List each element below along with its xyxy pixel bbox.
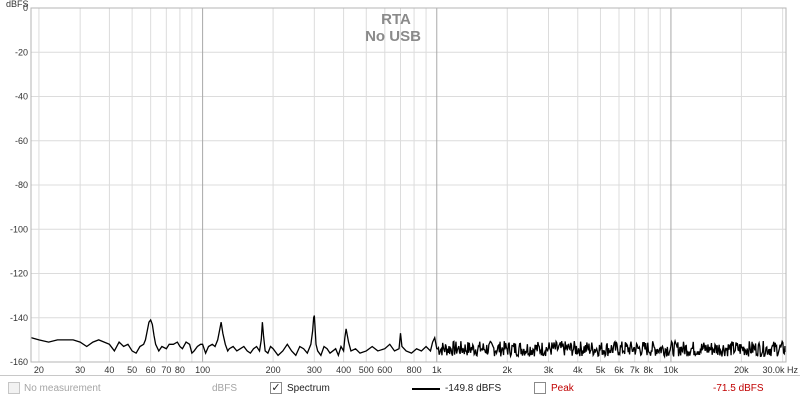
spectrum-readout: -149.8 dBFS	[445, 383, 502, 394]
x-tick-label: 100	[195, 365, 210, 374]
x-tick-label: 30	[75, 365, 85, 374]
x-tick-label: 30.0k Hz	[762, 365, 798, 374]
peak-readout: -71.5 dBFS	[713, 383, 764, 394]
no-measurement-checkbox[interactable]	[8, 382, 20, 394]
x-tick-label: 60	[146, 365, 156, 374]
x-tick-label: 7k	[630, 365, 640, 374]
x-tick-label: 500	[359, 365, 374, 374]
x-tick-label: 1k	[432, 365, 442, 374]
y-tick-label: -100	[10, 224, 28, 234]
x-tick-label: 10k	[664, 365, 679, 374]
overlay-title: RTA	[381, 11, 411, 28]
spectrum-checkbox[interactable]: ✓	[270, 382, 282, 394]
rta-plot[interactable]: 0-20-40-60-80-100-120-140-160 20 30 40 50 60…	[0, 0, 800, 374]
x-tick-label: 20	[34, 365, 44, 374]
peak-label: Peak	[551, 383, 574, 394]
x-tick-label: 2k	[503, 365, 513, 374]
x-tick-label: 20k	[734, 365, 749, 374]
no-measurement-unit: dBFS	[212, 383, 238, 394]
x-tick-label: 4k	[573, 365, 583, 374]
y-tick-label: -40	[15, 92, 28, 102]
x-tick-label: 80	[175, 365, 185, 374]
x-tick-label: 800	[407, 365, 422, 374]
overlay-subtitle: No USB	[365, 28, 421, 45]
y-tick-label: -80	[15, 180, 28, 190]
x-tick-label: 70	[161, 365, 171, 374]
x-tick-label: 40	[104, 365, 114, 374]
x-tick-label: 300	[307, 365, 322, 374]
y-tick-label: -160	[10, 357, 28, 367]
x-tick-label: 8k	[643, 365, 653, 374]
x-tick-label: 600	[377, 365, 392, 374]
x-tick-label: 5k	[596, 365, 606, 374]
x-tick-label: 50	[127, 365, 137, 374]
x-axis: 20 30 40 50 60 70 80 100 200 300 400 500 600 800 1k 2k 3…	[34, 365, 799, 374]
peak-checkbox[interactable]	[534, 382, 546, 394]
spectrum-label: Spectrum	[287, 383, 330, 394]
y-axis: 0-20-40-60-80-100-120-140-160	[10, 3, 28, 367]
x-tick-label: 400	[336, 365, 351, 374]
x-tick-label: 200	[266, 365, 281, 374]
y-tick-label: -140	[10, 313, 28, 323]
y-axis-unit-label: dBFS	[6, 0, 29, 9]
rta-chart[interactable]: 0 -20 -40 -60 -80 -100 -120 -140 -160 20 30 40 50 60…	[0, 0, 800, 374]
no-measurement-label: No measurement	[24, 383, 101, 394]
x-tick-label: 6k	[614, 365, 624, 374]
checkmark-icon: ✓	[271, 382, 281, 394]
y-tick-label: -60	[15, 136, 28, 146]
x-tick-label: 3k	[544, 365, 554, 374]
spectrum-line-swatch	[412, 388, 440, 390]
y-tick-label: -120	[10, 269, 28, 279]
y-tick-label: -20	[15, 47, 28, 57]
legend-bar: No measurement dBFS ✓ Spectrum -149.8 dB…	[0, 375, 800, 402]
